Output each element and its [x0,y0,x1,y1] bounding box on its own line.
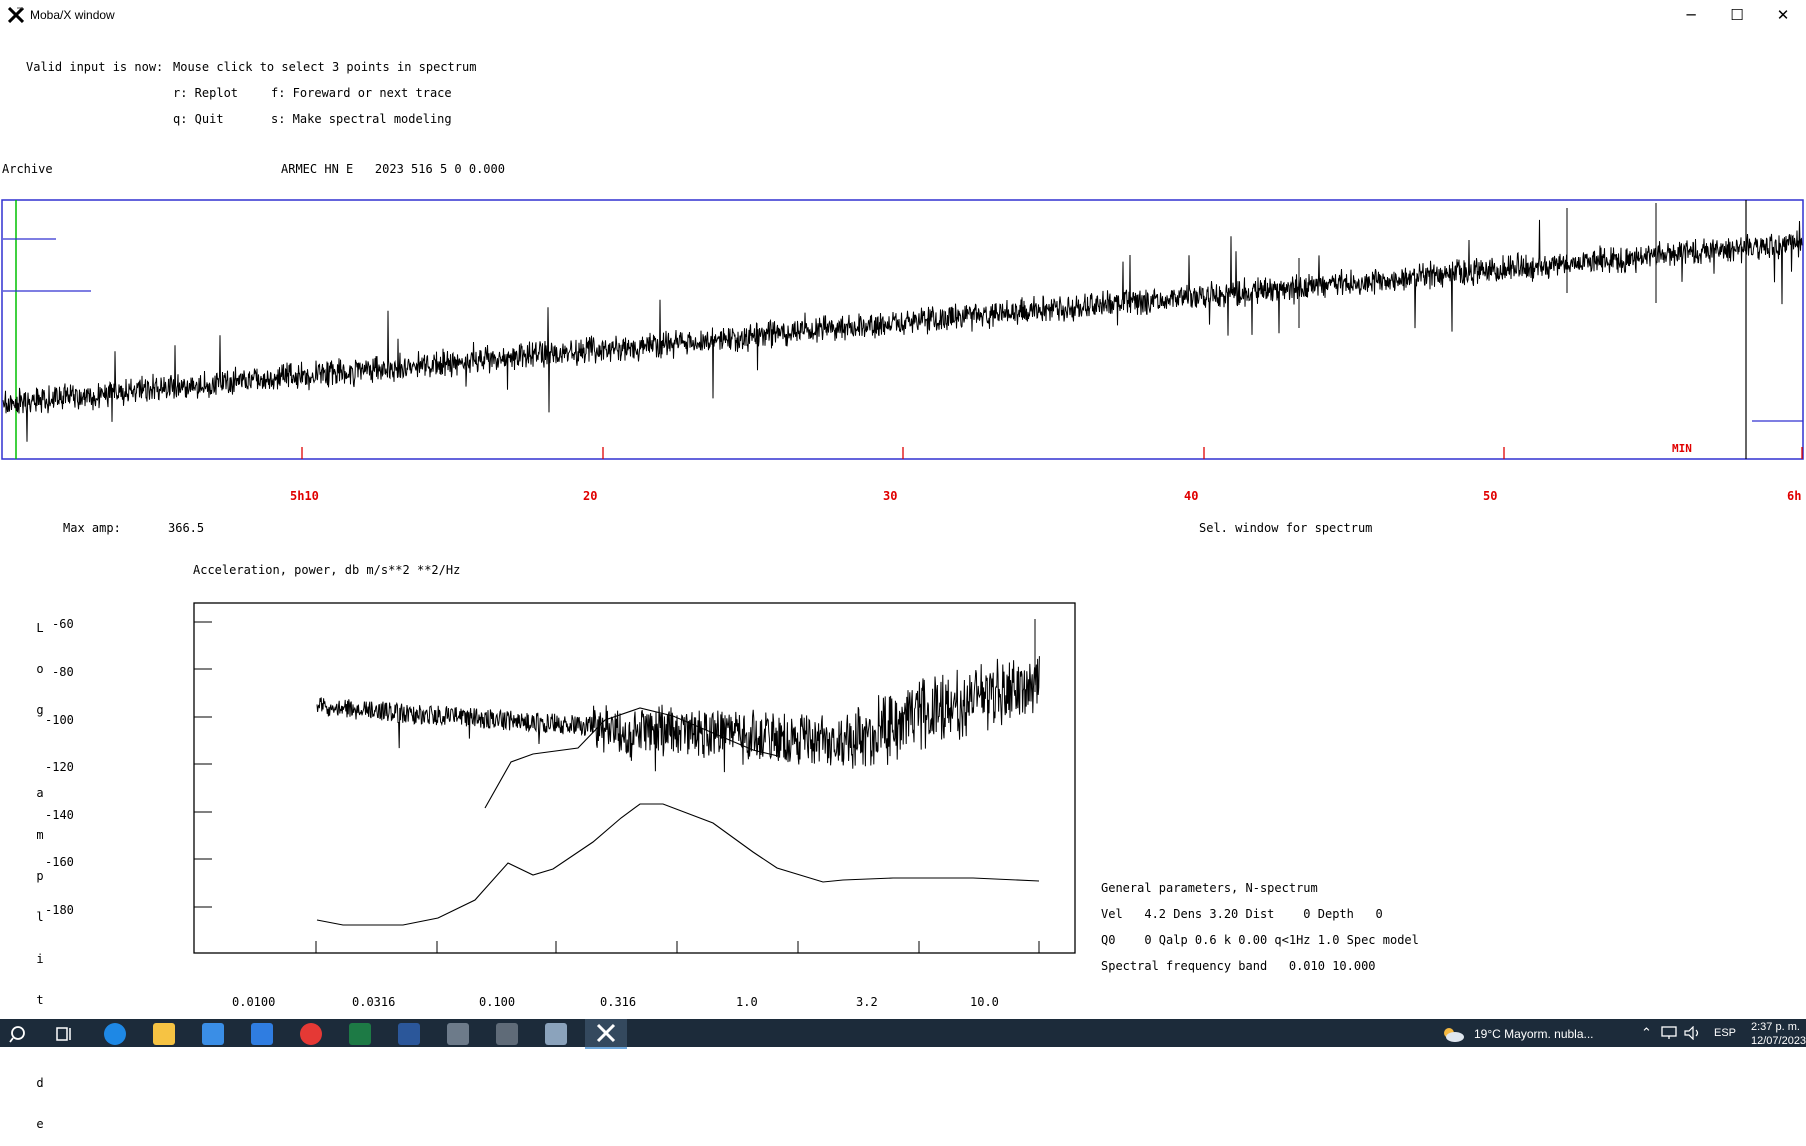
spectrum-frame [193,602,1076,954]
x-tick-label: 0.0316 [352,995,396,1009]
y-tick-label: -80 [52,665,74,679]
y-axis-letter: a [36,786,44,801]
time-label-5: 6h [1787,489,1802,503]
weather-cloud-icon [1444,1028,1464,1042]
spectrum-plot[interactable] [193,602,1078,955]
spectrum-x-ticks [315,941,1040,953]
help-replot: r: Replot [173,86,239,100]
excel-icon[interactable] [349,1023,371,1045]
clock-time[interactable]: 2:37 p. m. [1751,1021,1800,1033]
params-title: General parameters, N-spectrum [1101,881,1318,895]
y-tick-label: -100 [45,713,74,727]
search-icon[interactable] [8,1024,28,1044]
close-button[interactable]: ✕ [1760,0,1806,30]
max-amp-label: Max amp: [63,521,121,535]
time-label-1: 20 [583,489,598,503]
chrome-icon[interactable] [300,1023,322,1045]
params-line-3: Spectral frequency band 0.010 10.000 [1101,959,1376,973]
mail-icon[interactable] [202,1023,224,1045]
y-axis-letter: i [36,951,44,966]
y-axis-letter: l [36,910,44,925]
y-axis-letter: p [36,868,44,883]
time-axis-ticks [301,447,1803,459]
spectrum-y-ticks [194,621,212,908]
max-amp-value: 366.5 [168,521,205,535]
time-label-3: 40 [1184,489,1199,503]
language-indicator[interactable]: ESP [1714,1027,1736,1039]
x-tick-label: 0.0100 [232,995,276,1009]
edge-icon[interactable] [104,1023,126,1045]
calculator-icon[interactable] [496,1023,518,1045]
time-label-4: 50 [1483,489,1498,503]
time-label-0: 5h10 [290,489,319,503]
params-line-2: Q0 0 Qalp 0.6 k 0.00 q<1Hz 1.0 Spec mode… [1101,933,1419,947]
y-tick-label: -180 [45,903,74,917]
help-forward: f: Foreward or next trace [271,86,452,100]
seismogram-trace [2,203,1803,442]
x-tick-label: 0.100 [479,995,516,1009]
y-axis-title: L o g a m p l i t u d e [35,594,45,1146]
volume-icon[interactable] [1684,1026,1702,1040]
y-tick-label: -60 [52,617,74,631]
valid-input-label: Valid input is now: [26,60,164,74]
y-axis-letter: t [36,993,44,1008]
word-icon[interactable] [398,1023,420,1045]
y-axis-letter: o [36,661,44,676]
valid-input-value: Mouse click to select 3 points in spectr… [173,60,477,74]
window-title: Moba/X window [30,8,115,22]
minimize-button[interactable]: ─ [1668,0,1714,30]
params-line-1: Vel 4.2 Dens 3.20 Dist 0 Depth 0 [1101,907,1383,921]
x-tick-label: 3.2 [856,995,878,1009]
file-explorer-icon[interactable] [153,1023,175,1045]
image-viewer-icon[interactable] [447,1023,469,1045]
mobaxterm-taskbar-button[interactable] [585,1019,627,1049]
y-axis-letter: e [36,1117,44,1132]
y-axis-letter [35,746,45,760]
archive-label: Archive [2,162,53,176]
window-titlebar: Moba/X window ─ ☐ ✕ [0,0,1806,30]
seismogram-panel[interactable]: MIN [0,198,1806,462]
y-tick-label: -160 [45,855,74,869]
y-axis-letter: d [36,1075,44,1090]
x-tick-label: 10.0 [970,995,999,1009]
x-tick-label: 1.0 [736,995,758,1009]
sel-window-label: Sel. window for spectrum [1199,521,1373,535]
task-view-icon[interactable] [55,1025,75,1043]
station-info: ARMEC HN E 2023 516 5 0 0.000 [281,162,505,176]
chevron-up-icon[interactable]: ⌃ [1641,1025,1652,1041]
store-icon[interactable] [251,1023,273,1045]
noise-spectrum-line [316,619,1040,773]
taskbar: 19°C Mayorm. nubla... ⌃ ESP 2:37 p. m. 1… [0,1019,1806,1049]
x-logo-icon [596,1023,616,1043]
clock-date[interactable]: 12/07/2023 [1751,1035,1806,1047]
help-quit: q: Quit [173,112,224,126]
x-logo-icon [8,7,24,23]
axis-unit-label: MIN [1672,442,1692,455]
time-label-2: 30 [883,489,898,503]
network-icon[interactable] [1661,1026,1679,1040]
paint-icon[interactable] [545,1023,567,1045]
y-axis-letter: L [36,620,44,635]
y-axis-letter: m [36,827,44,842]
help-spectral-modeling: s: Make spectral modeling [271,112,452,126]
weather-text[interactable]: 19°C Mayorm. nubla... [1474,1027,1594,1041]
y-tick-label: -120 [45,760,74,774]
y-tick-label: -140 [45,808,74,822]
maximize-button[interactable]: ☐ [1714,0,1760,30]
y-axis-letter: g [36,703,44,718]
lower-spectrum-line [316,803,1040,926]
x-tick-label: 0.316 [600,995,637,1009]
spectrum-title: Acceleration, power, db m/s**2 **2/Hz [193,563,461,577]
